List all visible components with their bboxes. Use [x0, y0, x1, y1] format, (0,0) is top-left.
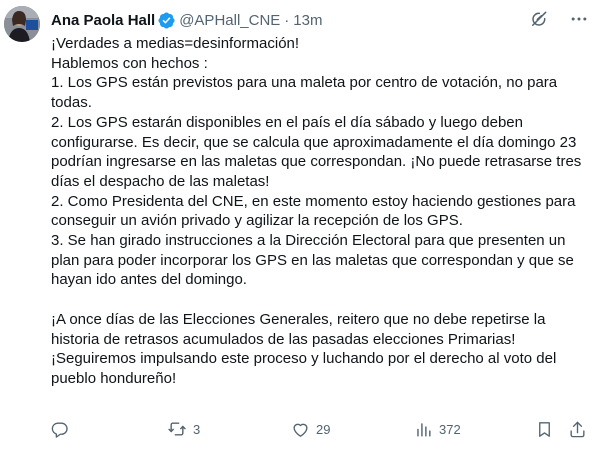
display-name[interactable]: Ana Paola Hall	[51, 12, 155, 29]
avatar-image	[4, 6, 40, 42]
views-button[interactable]: 372	[414, 418, 461, 440]
header-separator: ·	[284, 11, 290, 29]
tweet-line: Hablemos con hechos :	[51, 54, 208, 72]
like-button[interactable]: 29	[291, 418, 330, 440]
repost-button[interactable]: 3	[167, 418, 200, 440]
tweet-text: ¡Verdades a medias=desinformación! Hable…	[51, 34, 591, 389]
tweet-card: Ana Paola Hall @APHall_CNE · 13m ¡Verdad…	[0, 0, 600, 450]
bookmark-icon	[539, 421, 550, 437]
like-icon	[293, 423, 308, 437]
tweet-action-bar: 3 29 372	[0, 418, 600, 440]
tweet-line: 1. Los GPS están previstos para una male…	[51, 74, 558, 112]
repost-count: 3	[193, 421, 201, 437]
grok-icon[interactable]	[528, 8, 550, 30]
tweet-header: Ana Paola Hall @APHall_CNE · 13m	[51, 10, 322, 30]
tweet-line: 3. Se han girado instrucciones a la Dire…	[51, 232, 574, 289]
user-handle[interactable]: @APHall_CNE	[179, 12, 280, 29]
reply-button[interactable]	[50, 418, 69, 440]
tweet-line: ¡Verdades a medias=desinformación!	[51, 35, 300, 52]
reply-icon	[51, 421, 68, 438]
views-icon	[417, 422, 431, 437]
tweet-line: 2. Como Presidenta del CNE, en este mome…	[51, 192, 576, 230]
avatar[interactable]	[4, 6, 40, 42]
more-icon[interactable]	[568, 8, 590, 30]
tweet-line: 2. Los GPS estarán disponibles en el paí…	[51, 113, 582, 190]
share-button[interactable]	[568, 418, 587, 440]
tweet-line: ¡A once días de las Elecciones Generales…	[51, 310, 557, 387]
bookmark-button[interactable]	[535, 418, 554, 440]
repost-icon	[168, 422, 186, 436]
like-count: 29	[316, 421, 331, 437]
views-count: 372	[439, 421, 461, 437]
tweet-top-actions	[528, 8, 590, 30]
verified-badge-icon	[158, 11, 175, 29]
timestamp[interactable]: 13m	[293, 12, 322, 29]
share-icon	[570, 421, 585, 437]
